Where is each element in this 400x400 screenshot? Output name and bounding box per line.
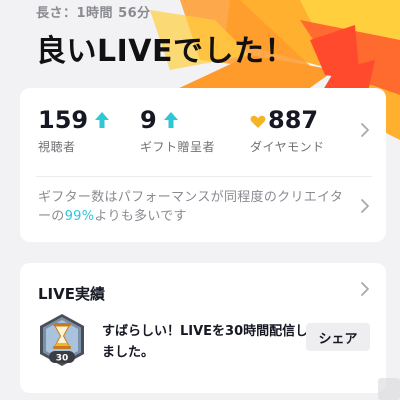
duration-value: 1時間 56分 bbox=[76, 6, 151, 21]
live-achievements-card: LIVE実績 30 すばらしい！LIVEを30時間配信しました。 シェア bbox=[20, 263, 386, 393]
heart-diamond-icon bbox=[250, 115, 266, 128]
gifter-percent: 99% bbox=[64, 209, 95, 224]
diamonds-label: ダイヤモンド bbox=[250, 140, 325, 154]
gifters-label: ギフト贈呈者 bbox=[140, 140, 216, 154]
stat-diamonds: 887 ダイヤモンド bbox=[250, 106, 325, 155]
achievements-title: LIVE実績 bbox=[38, 285, 105, 303]
hourglass-badge-icon: 30 bbox=[40, 314, 84, 366]
up-arrow-icon bbox=[163, 112, 178, 128]
achievement-message: すばらしい！LIVEを30時間配信しました。 bbox=[102, 324, 309, 360]
stats-chevron-right-icon[interactable] bbox=[360, 122, 370, 138]
stat-viewers: 159 視聴者 bbox=[38, 106, 110, 155]
duration-label: 長さ： bbox=[36, 6, 77, 21]
watermark-corner bbox=[378, 378, 400, 400]
stat-gifters: 9 ギフト贈呈者 bbox=[140, 106, 215, 155]
viewers-label: 視聴者 bbox=[38, 140, 76, 154]
header: 長さ：1時間 56分 良いLIVEでした！ bbox=[0, 0, 400, 82]
gifters-count: 9 bbox=[140, 106, 157, 134]
achievements-chevron-right-icon[interactable] bbox=[360, 281, 370, 297]
divider bbox=[36, 176, 372, 177]
live-duration: 長さ：1時間 56分 bbox=[36, 2, 151, 21]
share-button[interactable]: シェア bbox=[306, 323, 370, 351]
viewers-count: 159 bbox=[38, 106, 89, 134]
badge-number: 30 bbox=[56, 354, 69, 364]
diamonds-count: 887 bbox=[268, 106, 319, 134]
stats-card: 159 視聴者 9 ギフト贈呈者 887 ダイヤモンド ギフター数はパフォーマン… bbox=[20, 88, 386, 242]
gifter-comparison-text[interactable]: ギフター数はパフォーマンスが同程度のクリエイターの99%よりも多いです bbox=[38, 188, 348, 226]
up-arrow-icon bbox=[95, 112, 110, 128]
gifter-chevron-right-icon[interactable] bbox=[360, 198, 370, 214]
gifter-text-after: よりも多いです bbox=[94, 209, 187, 224]
page-title: 良いLIVEでした！ bbox=[36, 34, 295, 69]
